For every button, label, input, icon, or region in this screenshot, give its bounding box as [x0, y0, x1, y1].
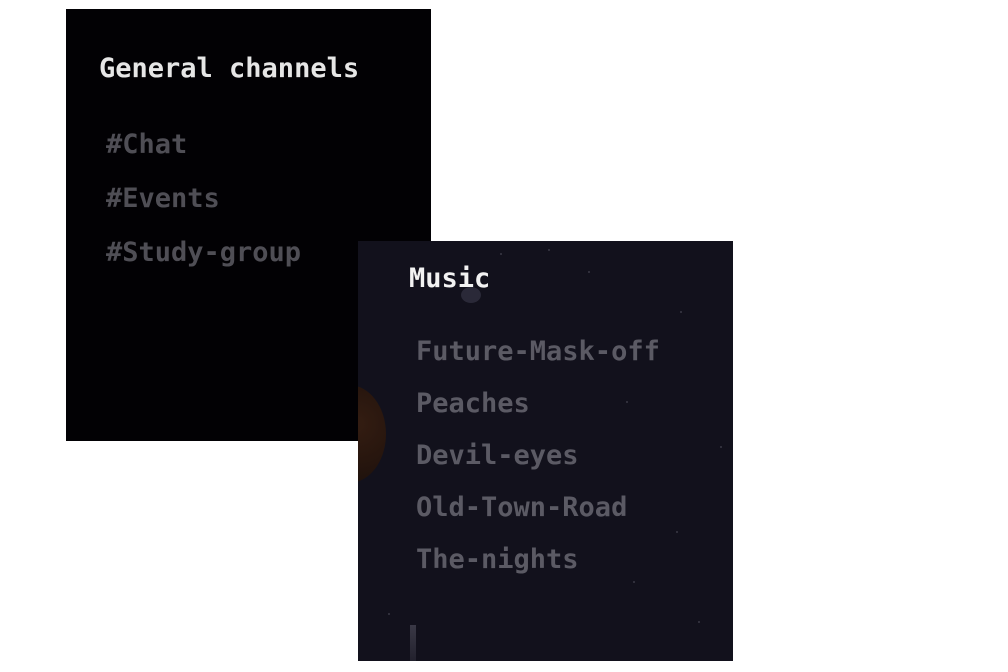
star-decoration [676, 531, 678, 533]
star-decoration [698, 621, 700, 623]
star-decoration [500, 253, 502, 255]
star-decoration [720, 446, 722, 448]
star-decoration [548, 249, 550, 251]
music-channel-list: Future-Mask-off Peaches Devil-eyes Old-T… [416, 336, 660, 596]
music-channel-peaches[interactable]: Peaches [416, 388, 660, 440]
star-decoration [388, 613, 390, 615]
planet-decoration [358, 385, 386, 483]
channel-study-group[interactable]: #Study-group [106, 237, 301, 291]
star-decoration [588, 271, 590, 273]
music-channel-the-nights[interactable]: The-nights [416, 544, 660, 596]
music-channel-old-town-road[interactable]: Old-Town-Road [416, 492, 660, 544]
star-decoration [680, 311, 682, 313]
general-channel-list: #Chat #Events #Study-group [106, 129, 301, 291]
channel-chat[interactable]: #Chat [106, 129, 301, 183]
channel-events[interactable]: #Events [106, 183, 301, 237]
music-title: Music [409, 263, 491, 294]
music-channel-devil-eyes[interactable]: Devil-eyes [416, 440, 660, 492]
music-panel: Music Future-Mask-off Peaches Devil-eyes… [358, 241, 733, 661]
general-channels-title: General channels [99, 53, 360, 84]
music-channel-future-mask-off[interactable]: Future-Mask-off [416, 336, 660, 388]
tower-decoration [410, 625, 416, 661]
